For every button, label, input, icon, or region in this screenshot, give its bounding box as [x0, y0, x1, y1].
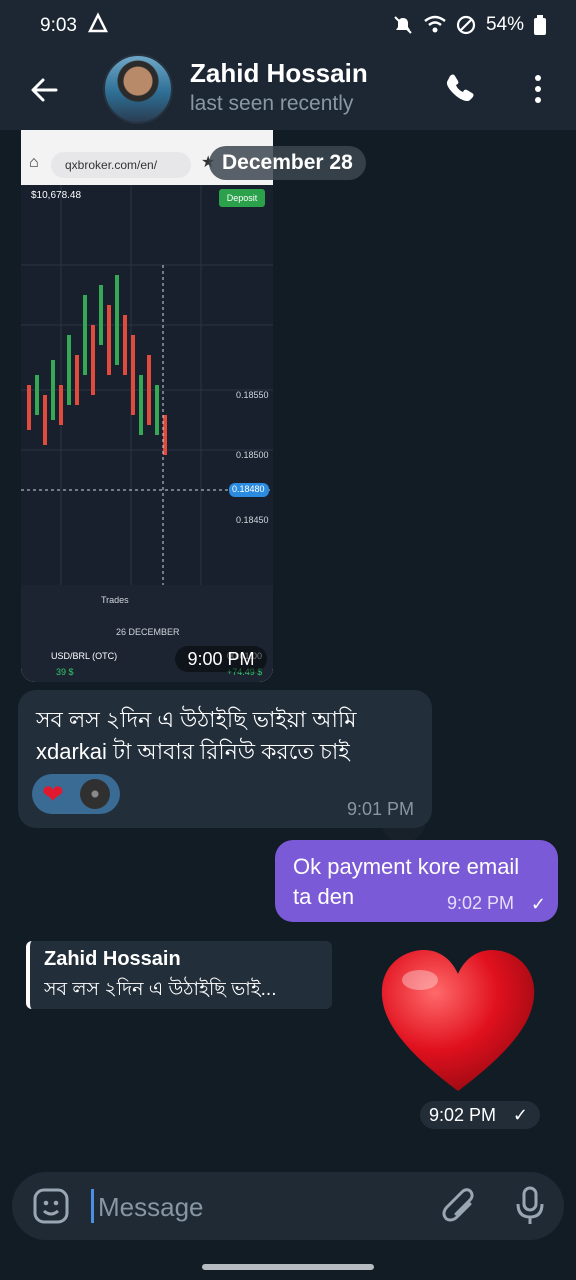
battery-icon: [534, 15, 546, 35]
read-check-icon: ✓: [512, 1105, 528, 1125]
heart-emoji-icon[interactable]: [378, 946, 538, 1096]
home-icon: ⌂: [29, 154, 39, 171]
price-label-current: 0.18480: [232, 484, 265, 494]
image-timestamp: 9:00 PM: [175, 646, 267, 672]
chat-header: Zahid Hossain last seen recently: [0, 52, 576, 130]
price-label: 0.18500: [236, 450, 269, 460]
notification-icon: [88, 12, 108, 33]
price-label: 0.18550: [236, 390, 269, 400]
home-indicator[interactable]: [202, 1264, 374, 1270]
message-input[interactable]: [96, 1184, 430, 1230]
reply-quote[interactable]: Zahid Hossain সব লস ২দিন এ উঠাইছি ভাই...: [26, 941, 332, 1009]
reaction-chip[interactable]: ❤: [32, 774, 120, 814]
screenshot-url: qxbroker.com/en/: [51, 152, 191, 178]
candlestick-chart: [21, 185, 273, 585]
phone-icon[interactable]: [444, 72, 478, 106]
screenshot-deposit: Deposit: [219, 189, 265, 207]
contact-name[interactable]: Zahid Hossain: [190, 58, 368, 89]
message-time: 9:02 PM: [429, 1105, 497, 1125]
message-composer: [12, 1172, 564, 1240]
mute-icon: [394, 16, 412, 34]
message-time: 9:02 PM: [446, 893, 514, 913]
read-check-icon: ✓: [530, 894, 546, 914]
status-time: 9:03: [40, 15, 77, 36]
reactor-avatar: [80, 779, 110, 809]
sticker-timestamp: 9:02 PM ✓: [420, 1101, 540, 1129]
trades-label: Trades: [101, 595, 129, 605]
microphone-icon[interactable]: [512, 1186, 548, 1226]
more-options-icon[interactable]: [528, 72, 548, 106]
contact-avatar[interactable]: [103, 54, 173, 124]
message-text: সব লস ২দিন এ উঠাইছি ভাইয়া আমি xdarkai ট…: [36, 707, 357, 764]
outgoing-message[interactable]: Ok payment kore email ta den 9:02 PM ✓: [275, 840, 558, 922]
price-label: 0.18450: [236, 515, 269, 525]
back-arrow-icon[interactable]: [26, 72, 62, 108]
trade-stake: 39 $: [56, 667, 74, 677]
last-seen-status: last seen recently: [190, 92, 354, 115]
message-time: 9:01 PM: [346, 799, 414, 819]
attach-icon[interactable]: [442, 1188, 478, 1226]
heart-reaction-icon: ❤: [42, 779, 64, 809]
screenshot-balance: $10,678.48: [31, 190, 82, 201]
status-bar: 9:03 54%: [0, 0, 576, 52]
quoted-text: সব লস ২দিন এ উঠাইছি ভাই...: [44, 979, 277, 1000]
sticker-icon[interactable]: [32, 1187, 70, 1225]
incoming-message[interactable]: সব লস ২দিন এ উঠাইছি ভাইয়া আমি xdarkai ট…: [18, 690, 432, 828]
quoted-name: Zahid Hossain: [44, 948, 181, 970]
text-caret: [91, 1189, 94, 1223]
date-separator: December 28: [209, 146, 366, 180]
wifi-icon: [424, 15, 446, 33]
trade-pair: USD/BRL (OTC): [51, 651, 118, 661]
trades-date: 26 DECEMBER: [116, 627, 180, 637]
image-message[interactable]: ⌂ qxbroker.com/en/ ★ 0.1: [21, 130, 273, 682]
screenshot-chart-area: 0.18550 0.18500 0.18480 0.18450: [21, 185, 273, 585]
battery-percent: 54%: [485, 14, 524, 35]
do-not-disturb-icon: [456, 15, 476, 35]
